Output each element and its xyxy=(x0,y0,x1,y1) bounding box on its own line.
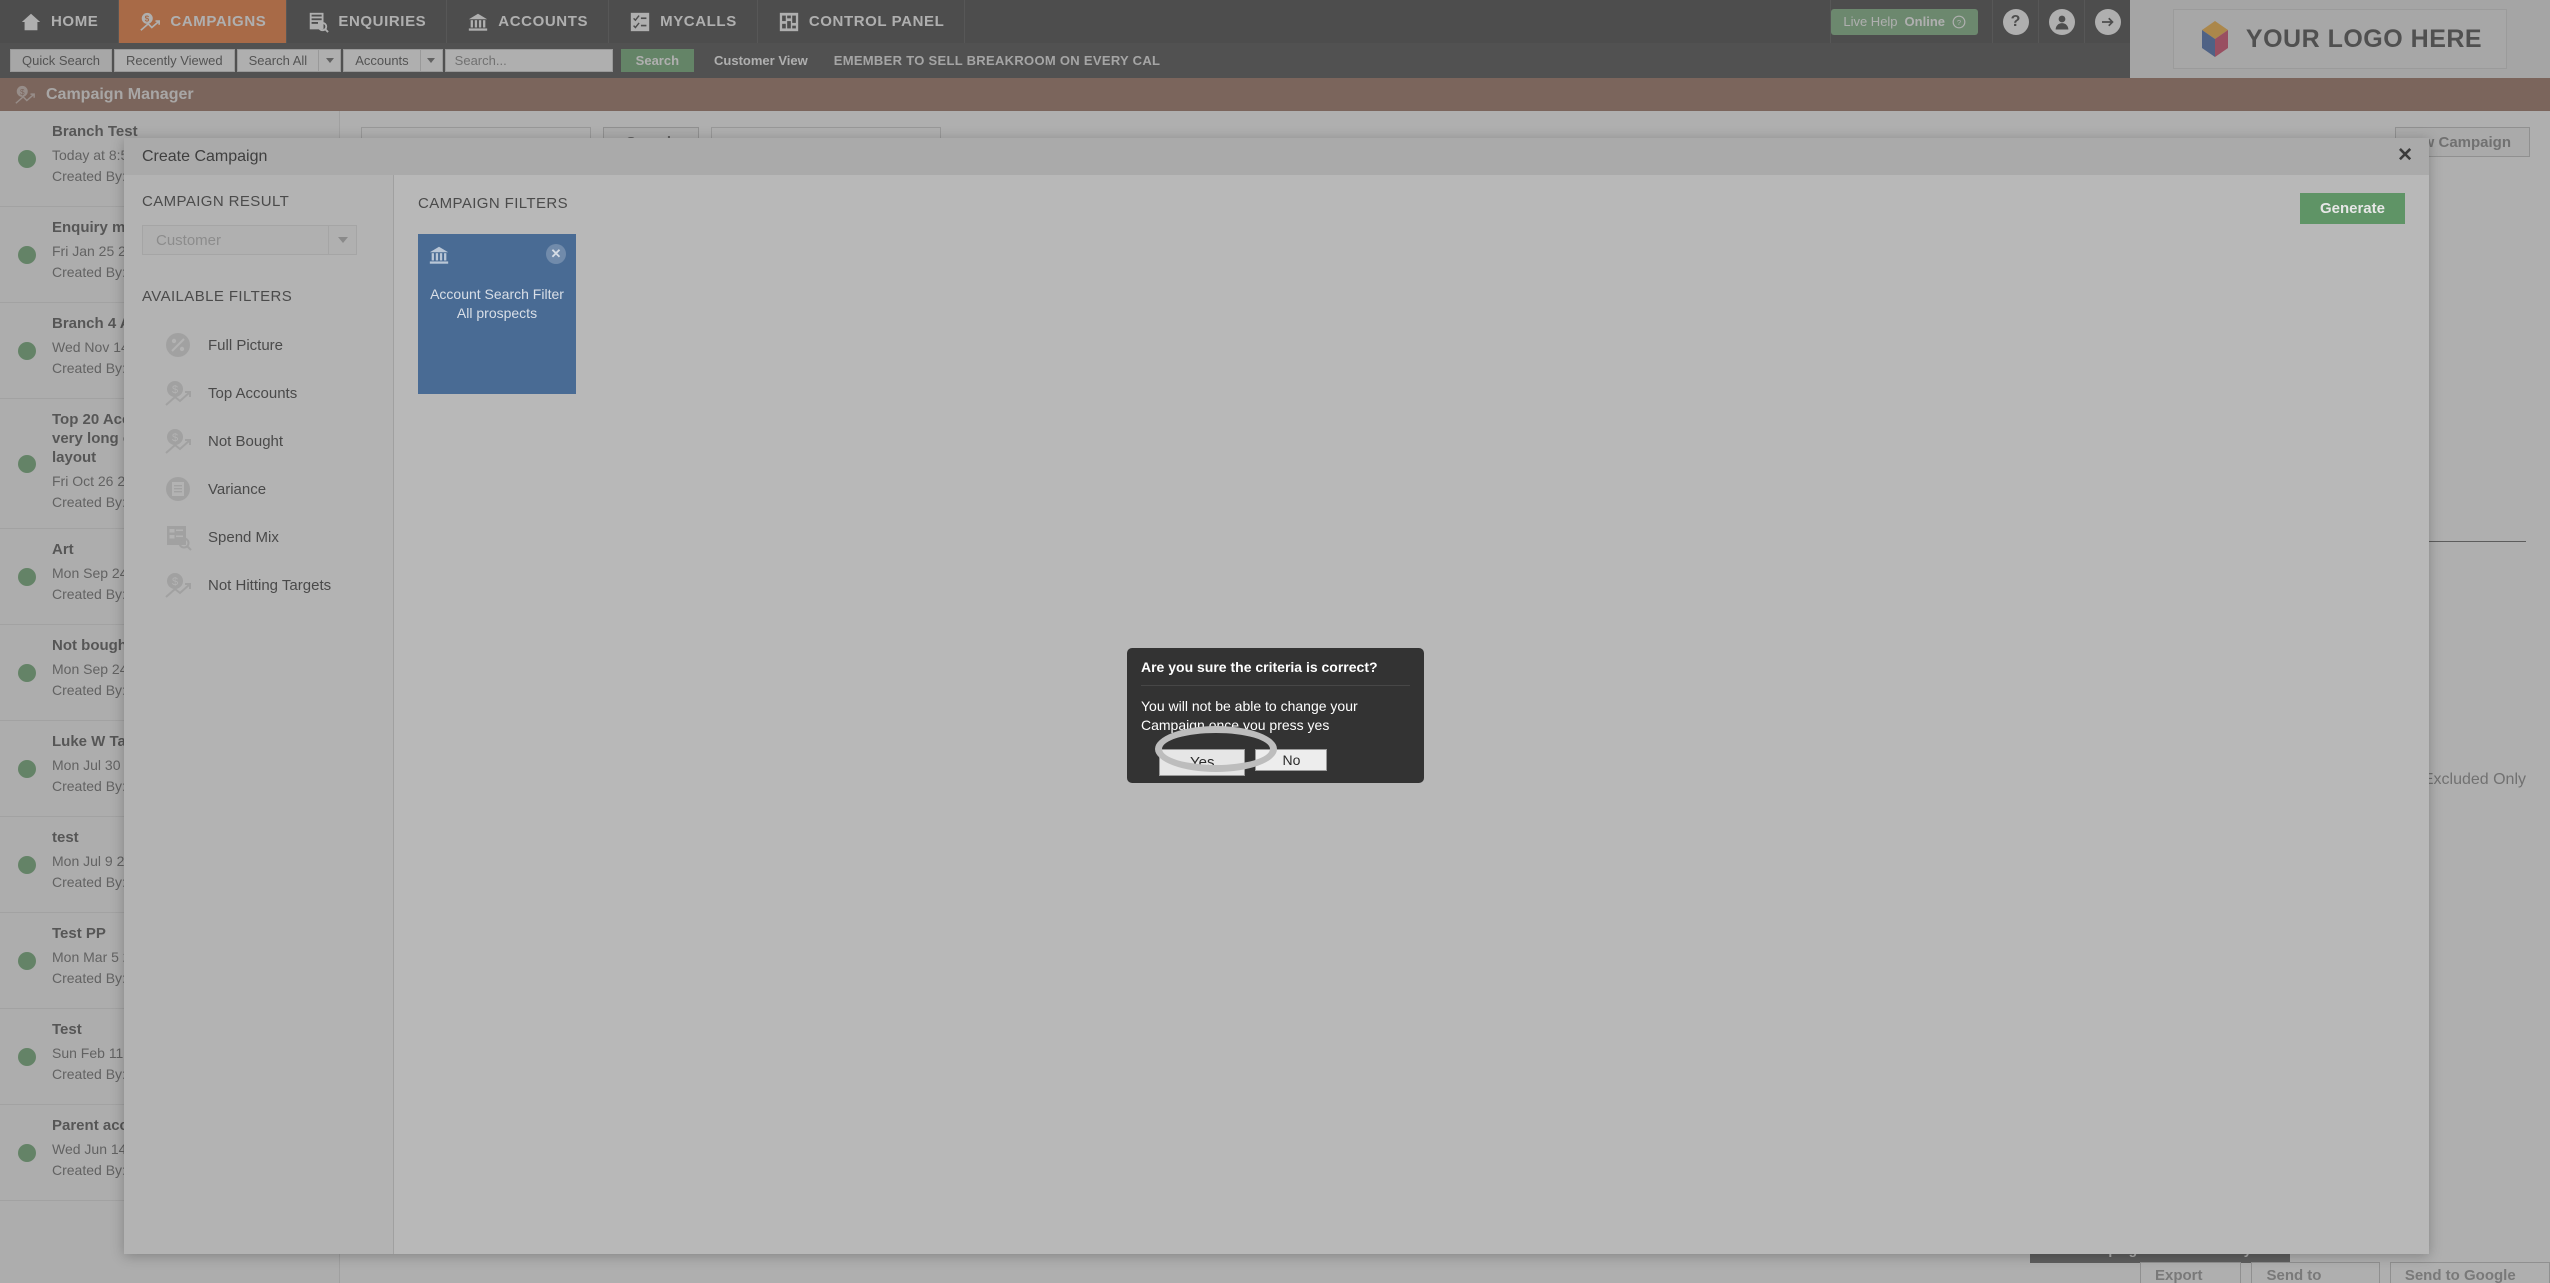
filter-item-variance[interactable]: Variance xyxy=(142,465,393,513)
filter-item-label: Top Accounts xyxy=(208,384,298,402)
money-trend-icon: $ xyxy=(165,429,191,454)
close-circle-icon[interactable]: ✕ xyxy=(546,244,566,264)
generate-button[interactable]: Generate xyxy=(2299,193,2405,224)
confirm-dialog: Are you sure the criteria is correct? Yo… xyxy=(1127,648,1424,783)
confirm-inner: You will not be able to change your Camp… xyxy=(1141,685,1410,776)
money-trend-icon: $ xyxy=(165,573,191,598)
campaign-result-label: CAMPAIGN RESULT xyxy=(142,193,290,210)
campaign-result-select[interactable]: Customer xyxy=(142,225,357,255)
svg-text:$: $ xyxy=(172,432,178,444)
bank-icon xyxy=(429,246,449,264)
filter-item-not-hitting-targets[interactable]: $ Not Hitting Targets xyxy=(142,561,393,609)
modal-sidebar: CAMPAIGN RESULT Customer AVAILABLE FILTE… xyxy=(124,175,394,1254)
card-line-1: Account Search Filter xyxy=(430,286,564,302)
modal-title: Create Campaign xyxy=(142,147,268,165)
close-icon[interactable]: ✕ xyxy=(2397,146,2413,165)
campaign-filters-label: CAMPAIGN FILTERS xyxy=(418,195,569,212)
list-search-icon xyxy=(167,526,192,551)
filter-item-label: Spend Mix xyxy=(208,528,279,546)
document-lines-icon xyxy=(166,477,190,501)
modal-header: Create Campaign ✕ xyxy=(124,138,2429,175)
chevron-down-icon xyxy=(328,226,356,254)
available-filters-label: AVAILABLE FILTERS xyxy=(142,288,293,305)
filter-item-label: Not Hitting Targets xyxy=(208,576,332,594)
filter-item-full-picture[interactable]: Full Picture xyxy=(142,321,393,369)
svg-text:$: $ xyxy=(172,384,178,396)
confirm-no-button[interactable]: No xyxy=(1255,749,1328,771)
filter-item-spend-mix[interactable]: Spend Mix xyxy=(142,513,393,561)
card-line-2: All prospects xyxy=(456,305,538,321)
filter-item-not-bought[interactable]: $ Not Bought xyxy=(142,417,393,465)
confirm-buttons: Yes No xyxy=(1141,749,1410,776)
confirm-message: You will not be able to change your Camp… xyxy=(1141,698,1358,733)
confirm-yes-button[interactable]: Yes xyxy=(1159,749,1246,776)
campaign-filter-card[interactable]: ✕ Account Search Filter All prospects xyxy=(418,234,576,394)
campaign-result-value: Customer xyxy=(156,231,222,249)
confirm-question: Are you sure the criteria is correct? xyxy=(1141,659,1378,675)
available-filters-list: Full Picture $ Top Accounts $ Not Bought Vari… xyxy=(142,321,393,609)
filter-item-top-accounts[interactable]: $ Top Accounts xyxy=(142,369,393,417)
money-trend-icon: $ xyxy=(165,381,191,406)
filter-item-label: Not Bought xyxy=(208,432,284,450)
pie-chart-icon xyxy=(166,333,190,357)
svg-text:$: $ xyxy=(172,576,178,588)
filter-item-label: Variance xyxy=(208,480,267,498)
filter-item-label: Full Picture xyxy=(208,336,284,354)
